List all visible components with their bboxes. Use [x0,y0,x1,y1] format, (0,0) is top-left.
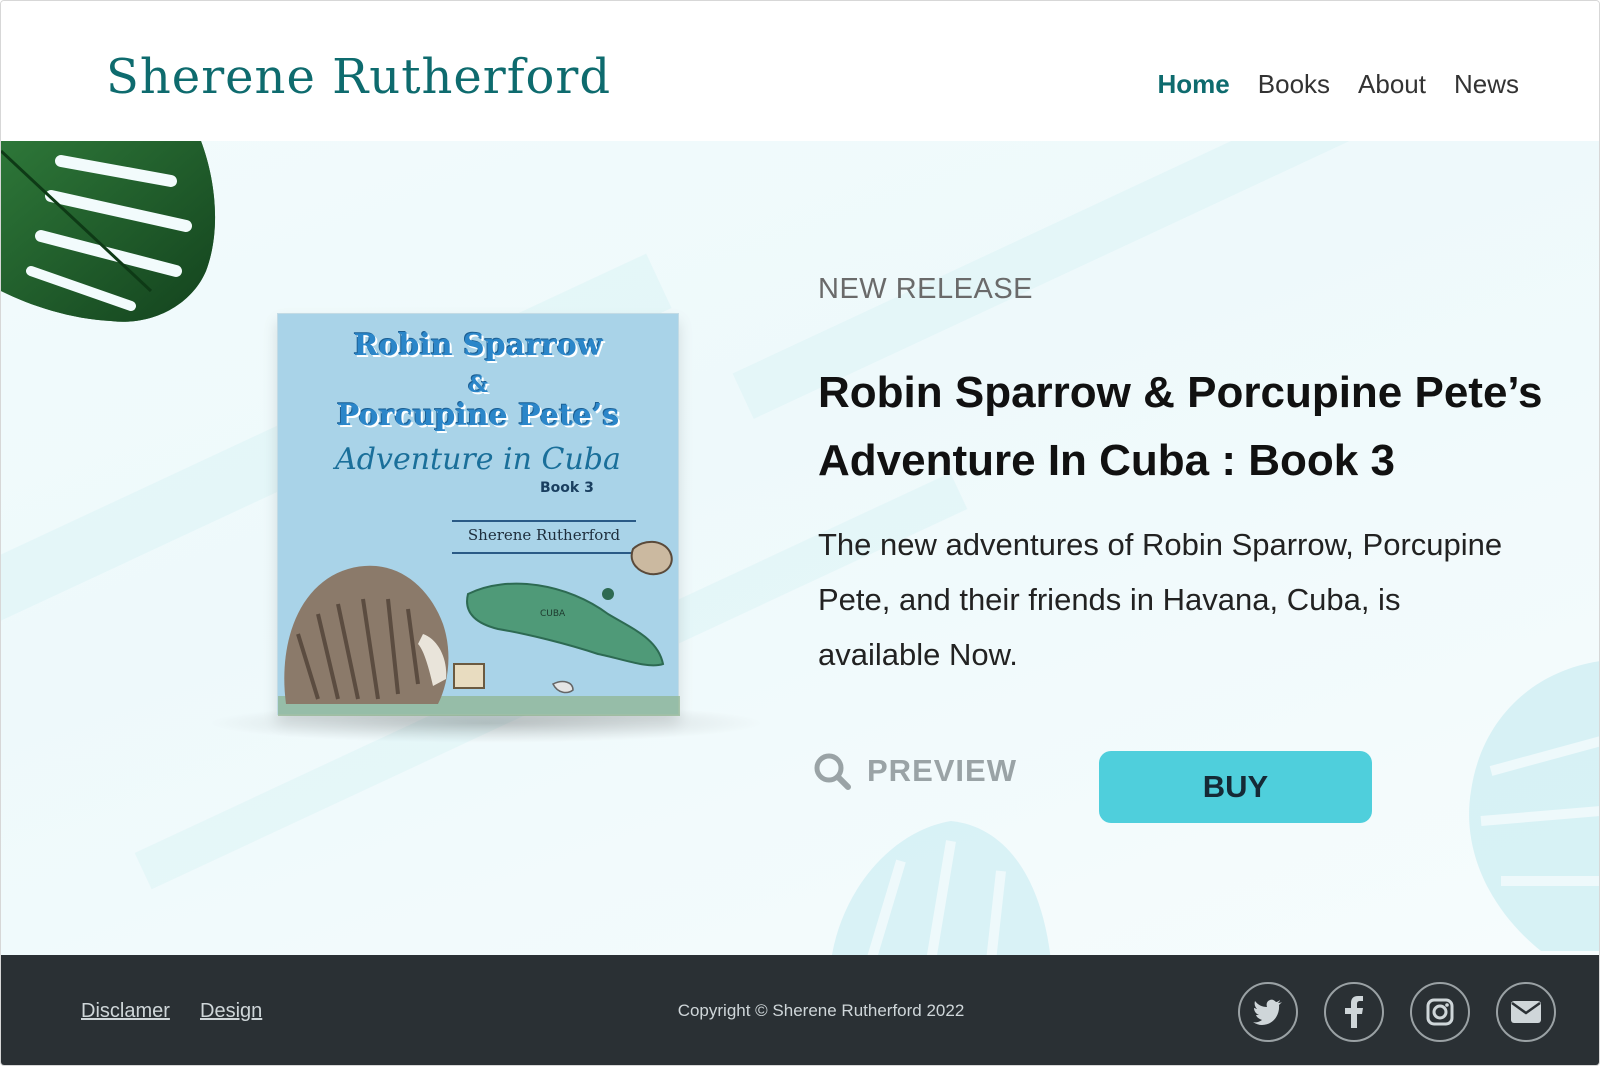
browser-frame: Sherene Rutherford Home Books About News [0,0,1600,1066]
site-footer: Disclamer Design Copyright © Sherene Rut… [1,955,1599,1065]
nav-item-home[interactable]: Home [1144,39,1244,129]
facebook-button[interactable] [1324,982,1384,1042]
book-title: Robin Sparrow & Porcupine Pete’s Adventu… [818,368,1543,485]
new-release-label: NEW RELEASE [818,273,1033,305]
book-description: The new adventures of Robin Sparrow, Por… [818,527,1503,672]
faded-leaf-decoration [832,821,1051,955]
email-icon [1511,1001,1541,1023]
faded-leaf-decoration [1469,661,1599,951]
twitter-button[interactable] [1238,982,1298,1042]
cover-title-line2: Porcupine Pete’s [336,398,620,433]
cover-subtitle: Adventure in Cuba [335,442,621,477]
cover-map-label: CUBA [540,609,566,619]
preview-label: PREVIEW [867,753,1017,788]
search-icon [814,753,851,790]
email-button[interactable] [1496,982,1556,1042]
main-nav: Home Books About News [1144,39,1533,129]
cover-title-amp: & [468,372,488,398]
nav-item-about[interactable]: About [1344,39,1440,129]
preview-button[interactable]: PREVIEW [813,739,1017,803]
nav-item-news[interactable]: News [1440,39,1533,129]
hero-section: Robin Sparrow & Porcupine Pete’s Adventu… [1,141,1599,955]
site-header: Sherene Rutherford Home Books About News [1,1,1599,141]
cover-book-number: Book 3 [540,480,594,496]
twitter-icon [1253,999,1282,1025]
instagram-button[interactable] [1410,982,1470,1042]
monstera-leaf-decoration [1,141,216,322]
cover-illustration: CUBA [278,540,680,716]
instagram-icon [1426,998,1454,1026]
book-cover-image[interactable]: Robin Sparrow & Porcupine Pete’s Adventu… [277,313,680,716]
cover-title-line1: Robin Sparrow [353,328,603,363]
site-title[interactable]: Sherene Rutherford [106,49,611,105]
facebook-icon [1345,996,1363,1028]
nav-item-books[interactable]: Books [1244,39,1344,129]
buy-button[interactable]: BUY [1099,751,1372,823]
